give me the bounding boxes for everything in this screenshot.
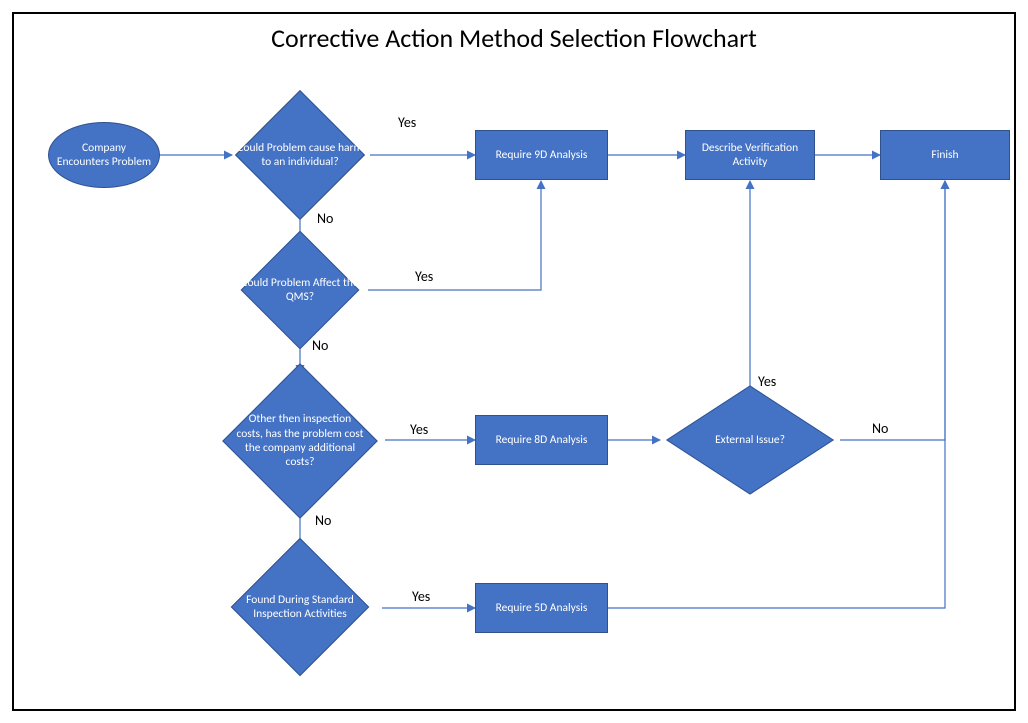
start-node: Company Encounters Problem [48, 122, 160, 188]
decision-external: External Issue? [660, 397, 840, 483]
label-no-ext: No [872, 420, 888, 437]
decision-inspection-label: Found During Standard Inspection Activit… [219, 553, 381, 661]
decision-qms-label: Could Problem Affect the QMS? [232, 247, 368, 333]
process-finish: Finish [880, 130, 1010, 180]
process-5d: Require 5D Analysis [475, 583, 608, 633]
label-yes-d2: Yes [415, 268, 433, 285]
start-node-label: Company Encounters Problem [49, 141, 159, 170]
decision-inspection: Found During Standard Inspection Activit… [219, 553, 381, 661]
decision-external-label: External Issue? [660, 397, 840, 483]
label-no-d3: No [315, 512, 331, 529]
label-yes-d3: Yes [410, 421, 428, 438]
decision-cost-label: Other then inspection costs, has the pro… [215, 373, 385, 509]
process-8d-label: Require 8D Analysis [490, 433, 594, 447]
process-9d: Require 9D Analysis [475, 130, 608, 180]
label-yes-d4: Yes [412, 588, 430, 605]
process-verify-label: Describe Verification Activity [686, 141, 814, 170]
flowchart-page: Corrective Action Method Selection Flowc… [0, 0, 1028, 723]
process-finish-label: Finish [925, 148, 964, 162]
decision-qms: Could Problem Affect the QMS? [232, 247, 368, 333]
decision-harm-label: Could Problem cause harm to an individua… [232, 97, 368, 213]
process-verify: Describe Verification Activity [685, 130, 815, 180]
label-no-d1: No [317, 210, 333, 227]
decision-harm: Could Problem cause harm to an individua… [232, 97, 368, 213]
label-no-d2: No [312, 337, 328, 354]
process-9d-label: Require 9D Analysis [490, 148, 594, 162]
process-8d: Require 8D Analysis [475, 415, 608, 465]
label-yes-d1: Yes [398, 114, 416, 131]
decision-cost: Other then inspection costs, has the pro… [215, 373, 385, 509]
process-5d-label: Require 5D Analysis [490, 601, 594, 615]
chart-title: Corrective Action Method Selection Flowc… [0, 22, 1028, 54]
label-yes-ext: Yes [758, 373, 776, 390]
